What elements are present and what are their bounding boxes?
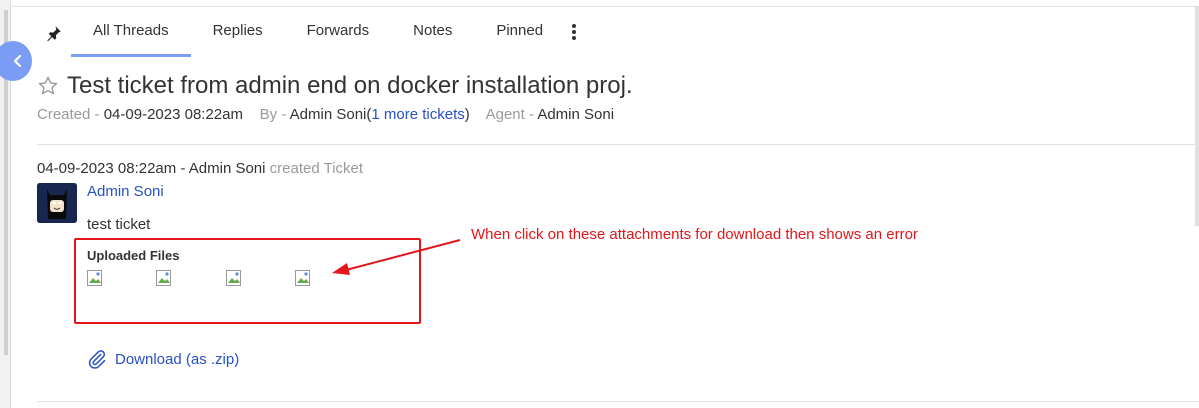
star-icon[interactable] <box>37 75 59 97</box>
event-date-user: 04-09-2023 08:22am - Admin Soni <box>37 160 266 177</box>
paperclip-icon <box>88 350 106 369</box>
avatar[interactable] <box>37 183 77 223</box>
thread-user-name[interactable]: Admin Soni <box>87 183 164 200</box>
download-zip-link[interactable]: Download (as .zip) <box>87 348 239 370</box>
created-value: 04-09-2023 08:22am <box>103 106 243 123</box>
ticket-header: Test ticket from admin end on docker ins… <box>37 72 633 100</box>
collapse-sidebar-button[interactable] <box>0 41 32 81</box>
paren-close: ) <box>464 106 470 123</box>
tab-forwards[interactable]: Forwards <box>285 7 392 57</box>
pin-icon[interactable] <box>37 7 71 57</box>
ticket-title: Test ticket from admin end on docker ins… <box>67 72 633 99</box>
annotation-text: When click on these attachments for down… <box>471 226 918 243</box>
event-action: created Ticket <box>269 160 364 177</box>
tab-replies[interactable]: Replies <box>191 7 285 57</box>
created-label: Created - <box>37 106 100 123</box>
more-tickets-link[interactable]: 1 more tickets <box>371 106 464 123</box>
tab-notes[interactable]: Notes <box>391 7 474 57</box>
download-zip-label[interactable]: Download (as .zip) <box>115 351 239 368</box>
thread-event-line: 04-09-2023 08:22am - Admin Soni created … <box>37 160 363 177</box>
annotation-arrow-icon <box>332 239 461 275</box>
tab-all-threads[interactable]: All Threads <box>71 7 191 57</box>
thread-divider <box>37 401 1199 402</box>
agent-value: Admin Soni <box>537 106 615 123</box>
by-value: Admin Soni <box>289 106 367 123</box>
tab-pinned[interactable]: Pinned <box>474 7 565 57</box>
agent-label: Agent - <box>485 106 534 123</box>
chevron-left-icon <box>13 55 22 67</box>
header-divider <box>37 144 1199 145</box>
thread-tabs: All Threads Replies Forwards Notes Pinne… <box>37 7 591 57</box>
thread-body: test ticket <box>87 216 151 233</box>
by-label: By - <box>259 106 287 123</box>
page-scrollbar[interactable] <box>1195 6 1199 226</box>
ticket-meta: Created - 04-09-2023 08:22am By - Admin … <box>37 106 614 123</box>
more-options-icon[interactable] <box>557 7 591 57</box>
